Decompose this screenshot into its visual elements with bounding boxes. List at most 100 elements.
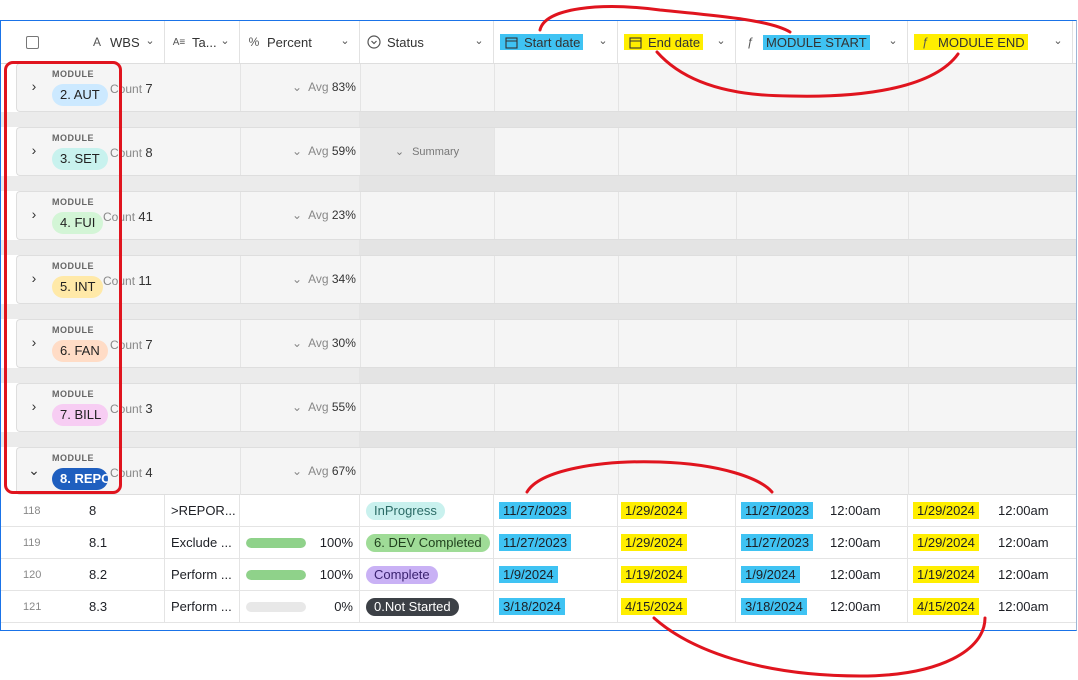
group-separator-fill (359, 432, 1076, 447)
progress-fill (246, 569, 306, 580)
column-divider (908, 192, 909, 239)
group-count-value: 11 (138, 273, 152, 288)
column-divider (494, 128, 495, 175)
group-separator (1, 368, 1076, 383)
wbs-cell[interactable]: 8.3 (89, 591, 107, 622)
table-row[interactable]: 119 8.1 Exclude ... 100% 6. DEV Completed 11/… (1, 527, 1076, 559)
group-header[interactable]: › MODULE 7. BILL Count 3 ⌄ Avg 55% (16, 383, 1076, 432)
end-date-cell[interactable]: 1/29/2024 (621, 527, 687, 558)
single-select-icon (366, 34, 382, 50)
table-row[interactable]: 121 8.3 Perform ... 0% 0.Not Started 3/18/202… (1, 591, 1076, 623)
chevron-down-icon[interactable]: ⌄ (473, 34, 485, 47)
group-header[interactable]: › MODULE 3. SET Count 8 ⌄ Avg 59% ⌄ Summary (16, 127, 1076, 176)
chevron-down-icon[interactable]: ⌄ (715, 34, 727, 47)
module-end-cell[interactable]: 1/19/2024 (913, 559, 979, 590)
module-start-time: 12:00am (830, 599, 881, 614)
column-header-end-date[interactable]: End date ⌄ (618, 21, 736, 63)
table-row[interactable]: 118 8 >REPOR... InProgress 11/27/2023 1/29/20… (1, 495, 1076, 527)
select-all-checkbox[interactable] (26, 35, 39, 49)
group-header[interactable]: ⌄ MODULE 8. REPO Count 4 ⌄ Avg 67% (16, 447, 1076, 495)
group-header[interactable]: › MODULE 6. FAN Count 7 ⌄ Avg 30% (16, 319, 1076, 368)
column-divider (240, 320, 241, 367)
group-separator-fill (359, 304, 1076, 319)
column-divider (164, 559, 165, 590)
text-field-icon: A (92, 35, 101, 49)
module-end-cell[interactable]: 1/29/2024 (913, 495, 979, 526)
column-header-wbs[interactable]: A WBS ⌄ (83, 21, 165, 63)
task-cell[interactable]: Perform ... (171, 591, 232, 622)
wbs-cell[interactable]: 8.1 (89, 527, 107, 558)
status-cell[interactable]: 6. DEV Completed (366, 527, 490, 558)
chevron-down-icon[interactable]: ⌄ (292, 400, 302, 414)
task-cell[interactable]: >REPOR... (171, 495, 236, 526)
chevron-down-icon[interactable]: ⌄ (887, 34, 899, 47)
chevron-down-icon[interactable]: ⌄ (339, 34, 351, 47)
end-date-cell[interactable]: 1/19/2024 (621, 559, 687, 590)
column-label-module-end: MODULE END (938, 34, 1025, 50)
group-avg-label: Avg (308, 400, 329, 414)
column-divider (360, 64, 361, 111)
column-header-start-date[interactable]: Start date ⌄ (494, 21, 618, 63)
end-date-value: 4/15/2024 (621, 598, 687, 615)
chevron-down-icon[interactable]: ⌄ (292, 80, 302, 94)
chevron-down-icon[interactable]: ⌄ (597, 34, 609, 47)
progress-fill (246, 537, 306, 548)
module-end-cell[interactable]: 1/29/2024 (913, 527, 979, 558)
status-cell[interactable]: Complete (366, 559, 438, 590)
chevron-down-icon[interactable]: ⌄ (219, 34, 231, 47)
column-divider (735, 559, 736, 590)
column-header-status[interactable]: Status ⌄ (360, 21, 494, 63)
progress-track (246, 569, 306, 580)
group-header[interactable]: › MODULE 2. AUT Count 7 ⌄ Avg 83% (16, 63, 1076, 112)
row-number: 119 (23, 536, 41, 549)
calendar-icon (503, 34, 519, 50)
start-date-cell[interactable]: 3/18/2024 (499, 591, 565, 622)
group-count-value: 8 (145, 145, 153, 160)
status-cell[interactable]: 0.Not Started (366, 591, 459, 622)
summary-dropdown[interactable]: ⌄ Summary (360, 128, 494, 175)
chevron-down-icon[interactable]: ⌄ (292, 208, 302, 222)
start-date-cell[interactable]: 11/27/2023 (499, 527, 572, 558)
column-label-percent: Percent (267, 34, 312, 50)
status-cell[interactable]: InProgress (366, 495, 445, 526)
column-divider (908, 448, 909, 495)
row-number: 120 (23, 568, 42, 581)
chevron-down-icon[interactable]: ⌄ (292, 272, 302, 286)
end-date-cell[interactable]: 1/29/2024 (621, 495, 687, 526)
column-divider (494, 256, 495, 303)
wbs-cell[interactable]: 8 (89, 495, 96, 526)
chevron-down-icon[interactable]: ⌄ (1052, 34, 1064, 47)
column-header-module-start[interactable]: ƒ MODULE START ⌄ (736, 21, 908, 63)
group-header[interactable]: › MODULE 5. INT Count 11 ⌄ Avg 34% (16, 255, 1076, 304)
column-divider (359, 559, 360, 590)
column-header-row: A WBS ⌄ A≡ Ta... ⌄ % Percent ⌄ Status ⌄ (1, 21, 1076, 64)
column-divider (240, 192, 241, 239)
module-start-cell[interactable]: 1/9/2024 (741, 559, 800, 590)
column-header-module-end[interactable]: ƒ MODULE END ⌄ (908, 21, 1073, 63)
group-separator-fill (359, 176, 1076, 191)
task-cell[interactable]: Perform ... (171, 559, 232, 590)
chevron-down-icon[interactable]: ⌄ (292, 336, 302, 350)
column-divider (908, 64, 909, 111)
chevron-down-icon[interactable]: ⌄ (292, 144, 302, 158)
column-divider (164, 495, 165, 526)
column-header-task[interactable]: A≡ Ta... ⌄ (165, 21, 240, 63)
start-date-cell[interactable]: 11/27/2023 (499, 495, 572, 526)
task-cell[interactable]: Exclude ... (171, 527, 232, 558)
column-divider (359, 591, 360, 622)
module-start-cell[interactable]: 11/27/2023 (741, 527, 814, 558)
column-divider (617, 527, 618, 558)
end-date-cell[interactable]: 4/15/2024 (621, 591, 687, 622)
column-divider (908, 320, 909, 367)
chevron-down-icon[interactable]: ⌄ (144, 34, 156, 47)
wbs-cell[interactable]: 8.2 (89, 559, 107, 590)
start-date-cell[interactable]: 1/9/2024 (499, 559, 558, 590)
table-row[interactable]: 120 8.2 Perform ... 100% Complete 1/9/2024 1/1… (1, 559, 1076, 591)
module-end-cell[interactable]: 4/15/2024 (913, 591, 979, 622)
chevron-down-icon[interactable]: ⌄ (292, 464, 302, 478)
module-start-cell[interactable]: 11/27/2023 (741, 495, 814, 526)
group-header[interactable]: › MODULE 4. FUI Count 41 ⌄ Avg 23% (16, 191, 1076, 240)
module-start-cell[interactable]: 3/18/2024 (741, 591, 807, 622)
group-avg-value: 67% (331, 464, 356, 478)
column-header-percent[interactable]: % Percent ⌄ (240, 21, 360, 63)
